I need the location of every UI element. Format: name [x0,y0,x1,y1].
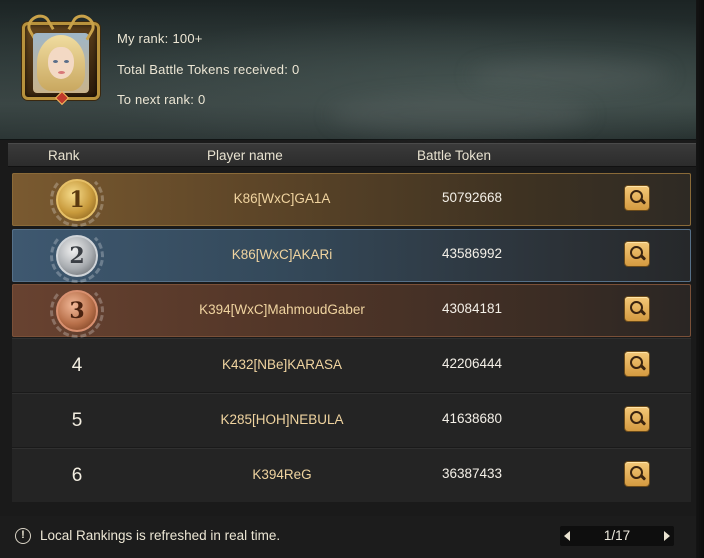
rank-column-header: Rank [48,148,80,163]
battle-token-value: 50792668 [441,190,503,205]
view-player-button[interactable] [625,352,649,376]
player-name: K285[HOH]NEBULA [220,412,344,427]
frame-gem-icon [54,90,70,106]
battle-token-value: 42206444 [441,356,503,371]
player-name: K394[WxC]MahmoudGaber [199,302,365,317]
tokens-received-line: Total Battle Tokens received: 0 [117,62,299,77]
rank-number: 4 [71,355,83,376]
tokens-received-label: Total Battle Tokens received: [117,62,289,77]
next-rank-label: To next rank: [117,92,195,107]
view-player-button[interactable] [625,242,649,266]
info-exclamation-icon: ! [15,528,31,544]
scrollbar-track[interactable] [696,0,704,558]
ranking-row[interactable]: 6 K394ReG 36387433 [12,449,691,502]
my-rank-line: My rank: 100+ [117,31,203,46]
view-player-button[interactable] [625,407,649,431]
view-player-button[interactable] [625,297,649,321]
page-indicator: 1/17 [603,528,631,543]
rank-number: 6 [71,465,83,486]
view-player-button[interactable] [625,186,649,210]
rank-number: 5 [71,410,83,431]
pagination: 1/17 [560,526,674,546]
avatar-portrait [33,33,89,93]
player-name: K394ReG [252,467,312,482]
background-fog [470,60,670,90]
player-name: K432[NBe]KARASA [221,357,343,372]
background-fog [330,95,590,135]
player-name-column-header: Player name [207,148,283,163]
tokens-received-value: 0 [292,62,300,77]
ranking-list: 1 K86[WxC]GA1A 50792668 2 K86[WxC]AKARi … [8,170,696,505]
my-rank-value: 100+ [172,31,203,46]
gold-medal-icon: 1 [50,173,104,227]
ranking-row[interactable]: 4 K432[NBe]KARASA 42206444 [12,339,691,392]
battle-token-value: 43586992 [441,246,503,261]
view-player-button[interactable] [625,462,649,486]
footer-bar: ! Local Rankings is refreshed in real ti… [0,516,704,558]
battle-token-column-header: Battle Token [417,148,492,163]
next-rank-line: To next rank: 0 [117,92,205,107]
profile-header: My rank: 100+ Total Battle Tokens receive… [0,0,704,140]
previous-page-arrow-icon[interactable] [564,531,570,541]
refresh-notice: Local Rankings is refreshed in real time… [40,528,281,543]
ranking-row[interactable]: 3 K394[WxC]MahmoudGaber 43084181 [12,284,691,338]
battle-token-value: 43084181 [441,301,503,316]
ranking-row[interactable]: 2 K86[WxC]AKARi 43586992 [12,229,691,283]
ranking-row[interactable]: 5 K285[HOH]NEBULA 41638680 [12,394,691,447]
bronze-medal-icon: 3 [50,284,104,338]
player-name: K86[WxC]GA1A [233,191,331,206]
ranking-row[interactable]: 1 K86[WxC]GA1A 50792668 [12,173,691,227]
next-page-arrow-icon[interactable] [664,531,670,541]
ranking-table-header: Rank Player name Battle Token [8,143,696,167]
silver-medal-icon: 2 [50,229,104,283]
player-avatar[interactable] [22,22,100,106]
battle-token-value: 36387433 [441,466,503,481]
player-name: K86[WxC]AKARi [231,247,333,262]
next-rank-value: 0 [198,92,206,107]
my-rank-label: My rank: [117,31,169,46]
battle-token-value: 41638680 [441,411,503,426]
